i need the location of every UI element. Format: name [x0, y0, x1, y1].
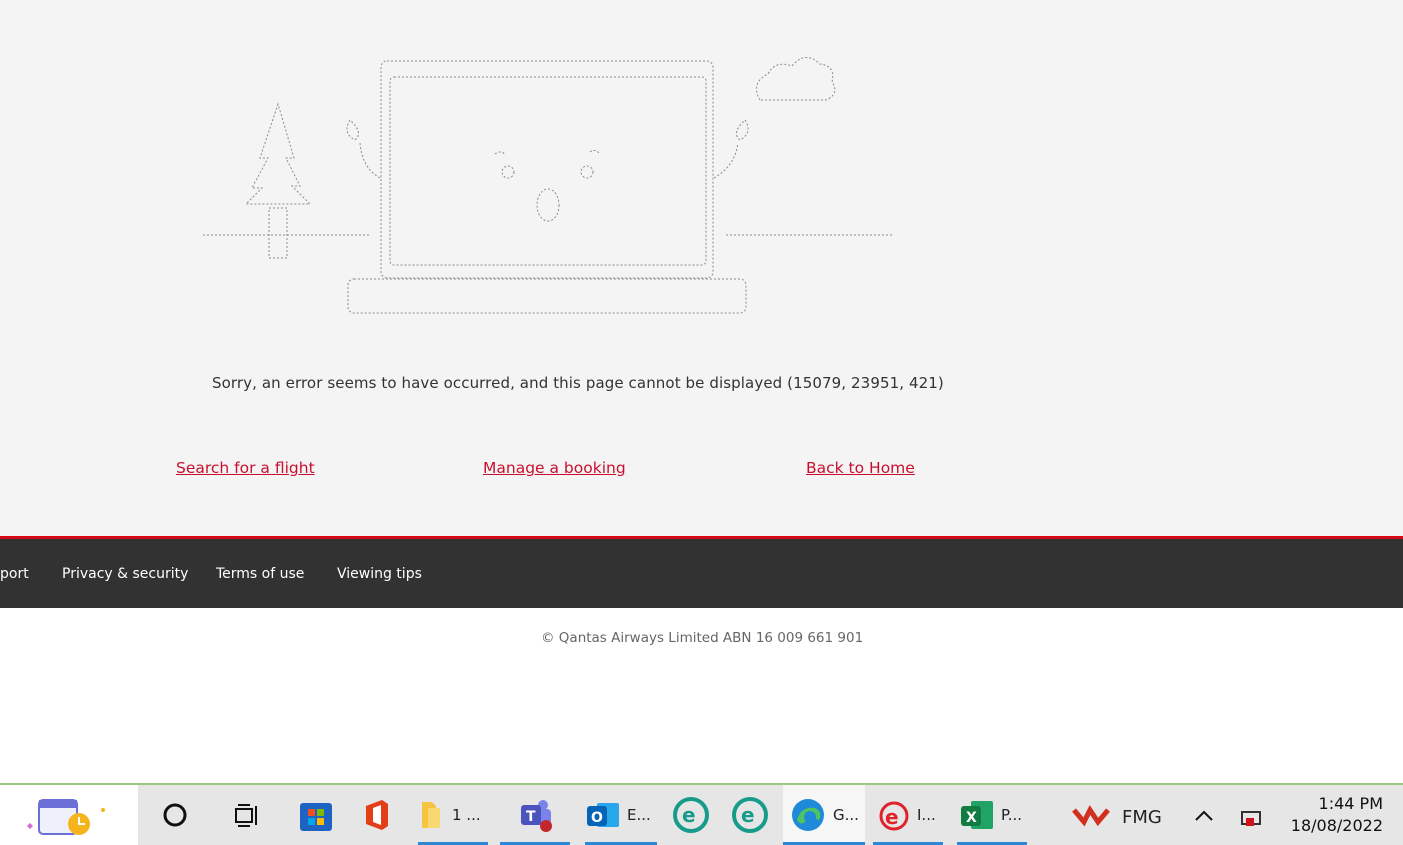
taskbar-app-ie[interactable]: e I... [873, 785, 943, 845]
outlook-icon: O [587, 803, 619, 827]
task-view-icon[interactable] [232, 785, 266, 845]
footer-link-privacy[interactable]: Privacy & security [62, 566, 188, 582]
fmg-logo-icon [1072, 785, 1112, 845]
search-circle-icon[interactable] [160, 785, 194, 845]
tray-fmg-label: FMG [1122, 807, 1162, 828]
taskbar-app-edge[interactable]: G... [783, 785, 865, 845]
clock-time: 1:44 PM [1318, 794, 1383, 813]
edge-icon [792, 799, 824, 831]
calendar-clock-icon [27, 799, 105, 835]
teams-icon: T [521, 800, 552, 832]
teams-app[interactable]: T [500, 785, 570, 845]
windows-taskbar: 1 ... T O E... e e G... e I... X P... FM… [0, 783, 1403, 845]
svg-text:T: T [526, 809, 536, 825]
error-page-content: Sorry, an error seems to have occurred, … [0, 0, 1403, 536]
svg-text:e: e [885, 805, 899, 829]
browser-e-icon[interactable]: e [672, 785, 712, 845]
svg-text:e: e [741, 803, 755, 827]
taskbar-app-outlook[interactable]: O E... [585, 785, 657, 845]
copyright-text: © Qantas Airways Limited ABN 16 009 661 … [541, 630, 864, 646]
search-flight-link[interactable]: Search for a flight [176, 459, 315, 477]
svg-text:O: O [591, 810, 603, 826]
store-icon[interactable] [298, 785, 338, 845]
clock-date: 18/08/2022 [1290, 816, 1383, 835]
office-icon[interactable] [362, 785, 394, 845]
copyright-area: © Qantas Airways Limited ABN 16 009 661 … [0, 608, 1403, 783]
network-warning-icon[interactable] [1238, 785, 1268, 845]
back-home-link[interactable]: Back to Home [806, 459, 915, 477]
footer-link-viewing-tips[interactable]: Viewing tips [337, 566, 422, 582]
error-message: Sorry, an error seems to have occurred, … [212, 374, 944, 392]
svg-text:X: X [966, 810, 977, 826]
footer-link-terms[interactable]: Terms of use [216, 566, 304, 582]
svg-text:e: e [682, 803, 696, 827]
footer-link-support[interactable]: port [0, 566, 29, 582]
system-clock[interactable]: 1:44 PM 18/08/2022 [1291, 793, 1383, 837]
ie-icon: e [879, 801, 909, 831]
manage-booking-link[interactable]: Manage a booking [483, 459, 626, 477]
taskbar-app-files[interactable]: 1 ... [418, 785, 488, 845]
folder-icon [422, 802, 440, 828]
start-button[interactable] [0, 785, 138, 845]
excel-icon: X [961, 801, 993, 829]
taskbar-app-excel[interactable]: X P... [957, 785, 1027, 845]
browser-e-icon-2[interactable]: e [731, 785, 771, 845]
error-laptop-illustration [203, 57, 892, 314]
footer-nav: port Privacy & security Terms of use Vie… [0, 536, 1403, 608]
chevron-up-icon[interactable] [1194, 785, 1218, 845]
